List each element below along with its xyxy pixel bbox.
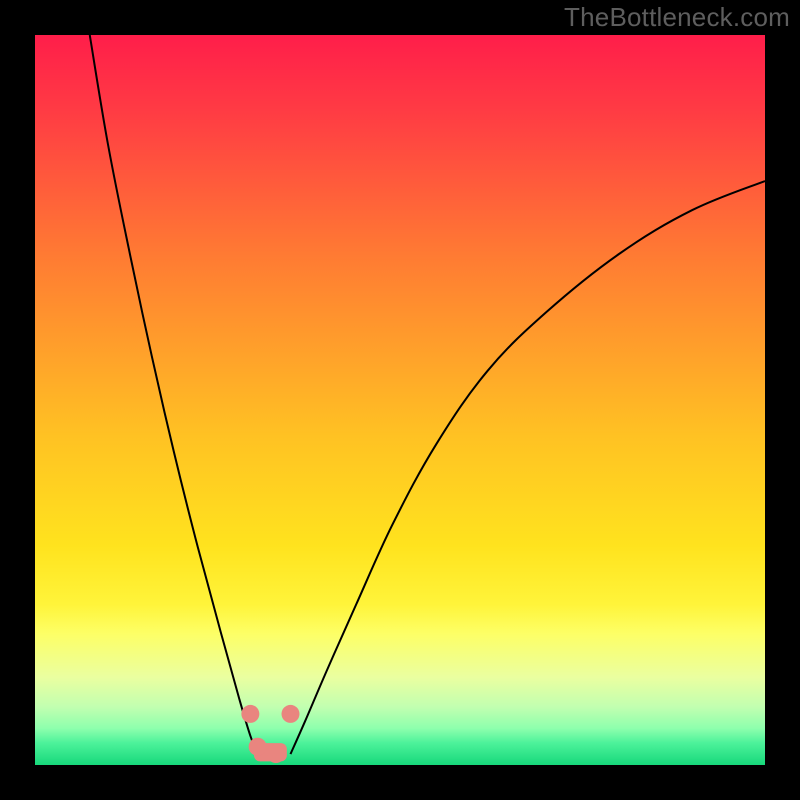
marker-dot-2: [267, 745, 285, 763]
marker-dot-0: [241, 705, 259, 723]
bottleneck-curve: [35, 35, 765, 765]
curve-left-branch: [90, 35, 258, 754]
plot-area: [35, 35, 765, 765]
chart-container: TheBottleneck.com: [0, 0, 800, 800]
marker-dot-1: [249, 738, 267, 756]
watermark-text: TheBottleneck.com: [564, 2, 790, 33]
marker-dot-3: [282, 705, 300, 723]
curve-right-branch: [291, 181, 766, 754]
